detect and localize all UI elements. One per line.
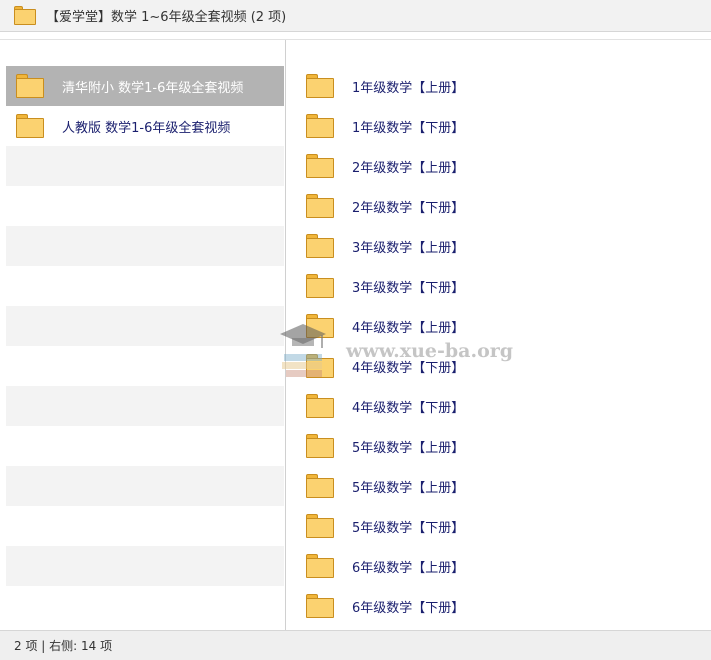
folder-list-item[interactable]: 2年级数学【上册】 [296, 146, 706, 186]
folder-list-item[interactable]: 4年级数学【下册】 [296, 386, 706, 426]
folder-list-item[interactable]: 3年级数学【下册】 [296, 266, 706, 306]
toolbar-spacer [0, 32, 711, 40]
empty-row [6, 546, 284, 586]
empty-row [6, 426, 284, 466]
left-pane: 清华附小 数学1-6年级全套视频 人教版 数学1-6年级全套视频 [6, 66, 284, 586]
folder-list-item[interactable]: 1年级数学【上册】 [296, 66, 706, 106]
folder-icon [306, 474, 334, 498]
folder-icon [306, 594, 334, 618]
folder-label: 6年级数学【上册】 [352, 560, 465, 576]
folder-list-item[interactable]: 5年级数学【上册】 [296, 466, 706, 506]
title-bar: 【爱学堂】数学 1~6年级全套视频 (2 项) [0, 0, 711, 32]
folder-icon [14, 6, 36, 25]
folder-icon [306, 394, 334, 418]
left-item-label: 人教版 数学1-6年级全套视频 [62, 120, 231, 136]
empty-row [6, 186, 284, 226]
folder-icon [306, 434, 334, 458]
folder-label: 3年级数学【下册】 [352, 280, 465, 296]
status-bar: 2 项 | 右侧: 14 项 [0, 630, 711, 660]
folder-icon [306, 74, 334, 98]
folder-label: 5年级数学【下册】 [352, 520, 465, 536]
folder-icon [306, 234, 334, 258]
folder-label: 2年级数学【上册】 [352, 160, 465, 176]
empty-row [6, 146, 284, 186]
folder-label: 6年级数学【下册】 [352, 600, 465, 616]
folder-icon [306, 514, 334, 538]
folder-icon [306, 114, 334, 138]
folder-icon [306, 194, 334, 218]
folder-label: 2年级数学【下册】 [352, 200, 465, 216]
folder-label: 4年级数学【下册】 [352, 360, 465, 376]
folder-list-item[interactable]: 1年级数学【下册】 [296, 106, 706, 146]
left-item-label: 清华附小 数学1-6年级全套视频 [62, 80, 244, 96]
folder-icon [306, 554, 334, 578]
window-title: 【爱学堂】数学 1~6年级全套视频 (2 项) [46, 10, 287, 25]
right-pane: 1年级数学【上册】 1年级数学【下册】 2年级数学【上册】 2年级数学【下册】 … [296, 66, 706, 626]
folder-icon [16, 74, 44, 98]
folder-icon [306, 274, 334, 298]
folder-list-item[interactable]: 6年级数学【上册】 [296, 546, 706, 586]
folder-label: 4年级数学【上册】 [352, 320, 465, 336]
empty-row [6, 346, 284, 386]
empty-row [6, 386, 284, 426]
folder-list-item[interactable]: 4年级数学【下册】 [296, 346, 706, 386]
folder-label: 1年级数学【下册】 [352, 120, 465, 136]
folder-list-item[interactable]: 5年级数学【下册】 [296, 506, 706, 546]
folder-label: 4年级数学【下册】 [352, 400, 465, 416]
left-list-item[interactable]: 人教版 数学1-6年级全套视频 [6, 106, 284, 146]
pane-divider[interactable] [285, 40, 286, 630]
empty-row [6, 226, 284, 266]
folder-icon [306, 154, 334, 178]
folder-label: 3年级数学【上册】 [352, 240, 465, 256]
folder-list-item[interactable]: 6年级数学【下册】 [296, 586, 706, 626]
empty-row [6, 306, 284, 346]
folder-label: 5年级数学【上册】 [352, 480, 465, 496]
folder-list-item[interactable]: 5年级数学【上册】 [296, 426, 706, 466]
left-list-item[interactable]: 清华附小 数学1-6年级全套视频 [6, 66, 284, 106]
empty-row [6, 506, 284, 546]
empty-row [6, 266, 284, 306]
folder-icon [16, 114, 44, 138]
folder-label: 1年级数学【上册】 [352, 80, 465, 96]
folder-list-item[interactable]: 2年级数学【下册】 [296, 186, 706, 226]
folder-label: 5年级数学【上册】 [352, 440, 465, 456]
folder-icon [306, 314, 334, 338]
folder-icon [306, 354, 334, 378]
folder-list-item[interactable]: 4年级数学【上册】 [296, 306, 706, 346]
empty-row [6, 466, 284, 506]
status-text: 2 项 | 右侧: 14 项 [14, 639, 113, 653]
folder-list-item[interactable]: 3年级数学【上册】 [296, 226, 706, 266]
